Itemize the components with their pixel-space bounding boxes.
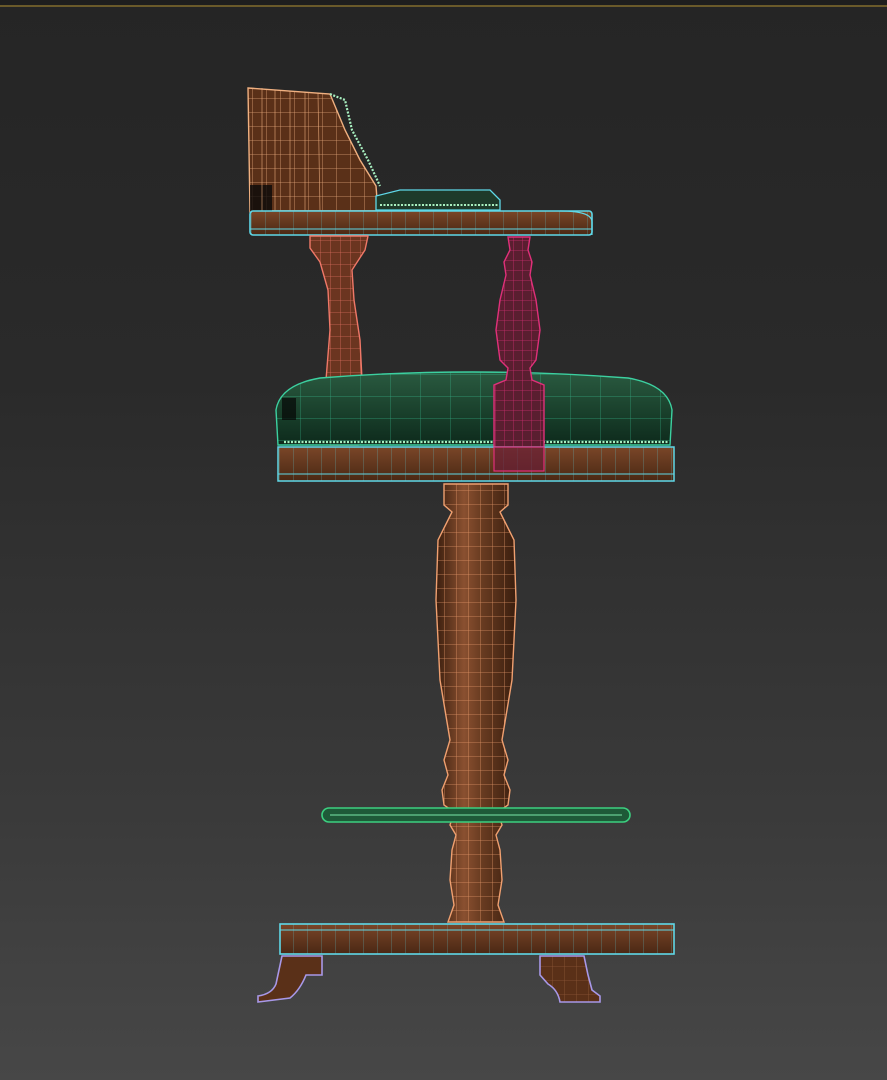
seat-cushion[interactable] <box>275 371 673 446</box>
3d-viewport[interactable] <box>0 0 887 1080</box>
front-arm-post[interactable] <box>493 236 545 471</box>
base-plinth[interactable] <box>279 923 675 955</box>
foot-ring[interactable] <box>321 807 631 823</box>
foot-right[interactable] <box>539 955 601 1003</box>
foot-left[interactable] <box>257 955 323 1003</box>
armrest-cushion[interactable] <box>375 189 501 211</box>
stool-model-render <box>247 87 675 1003</box>
seat-frame[interactable] <box>277 446 675 482</box>
backrest[interactable] <box>247 87 381 213</box>
pedestal-column[interactable] <box>435 483 517 923</box>
armrest-board[interactable] <box>249 210 593 236</box>
